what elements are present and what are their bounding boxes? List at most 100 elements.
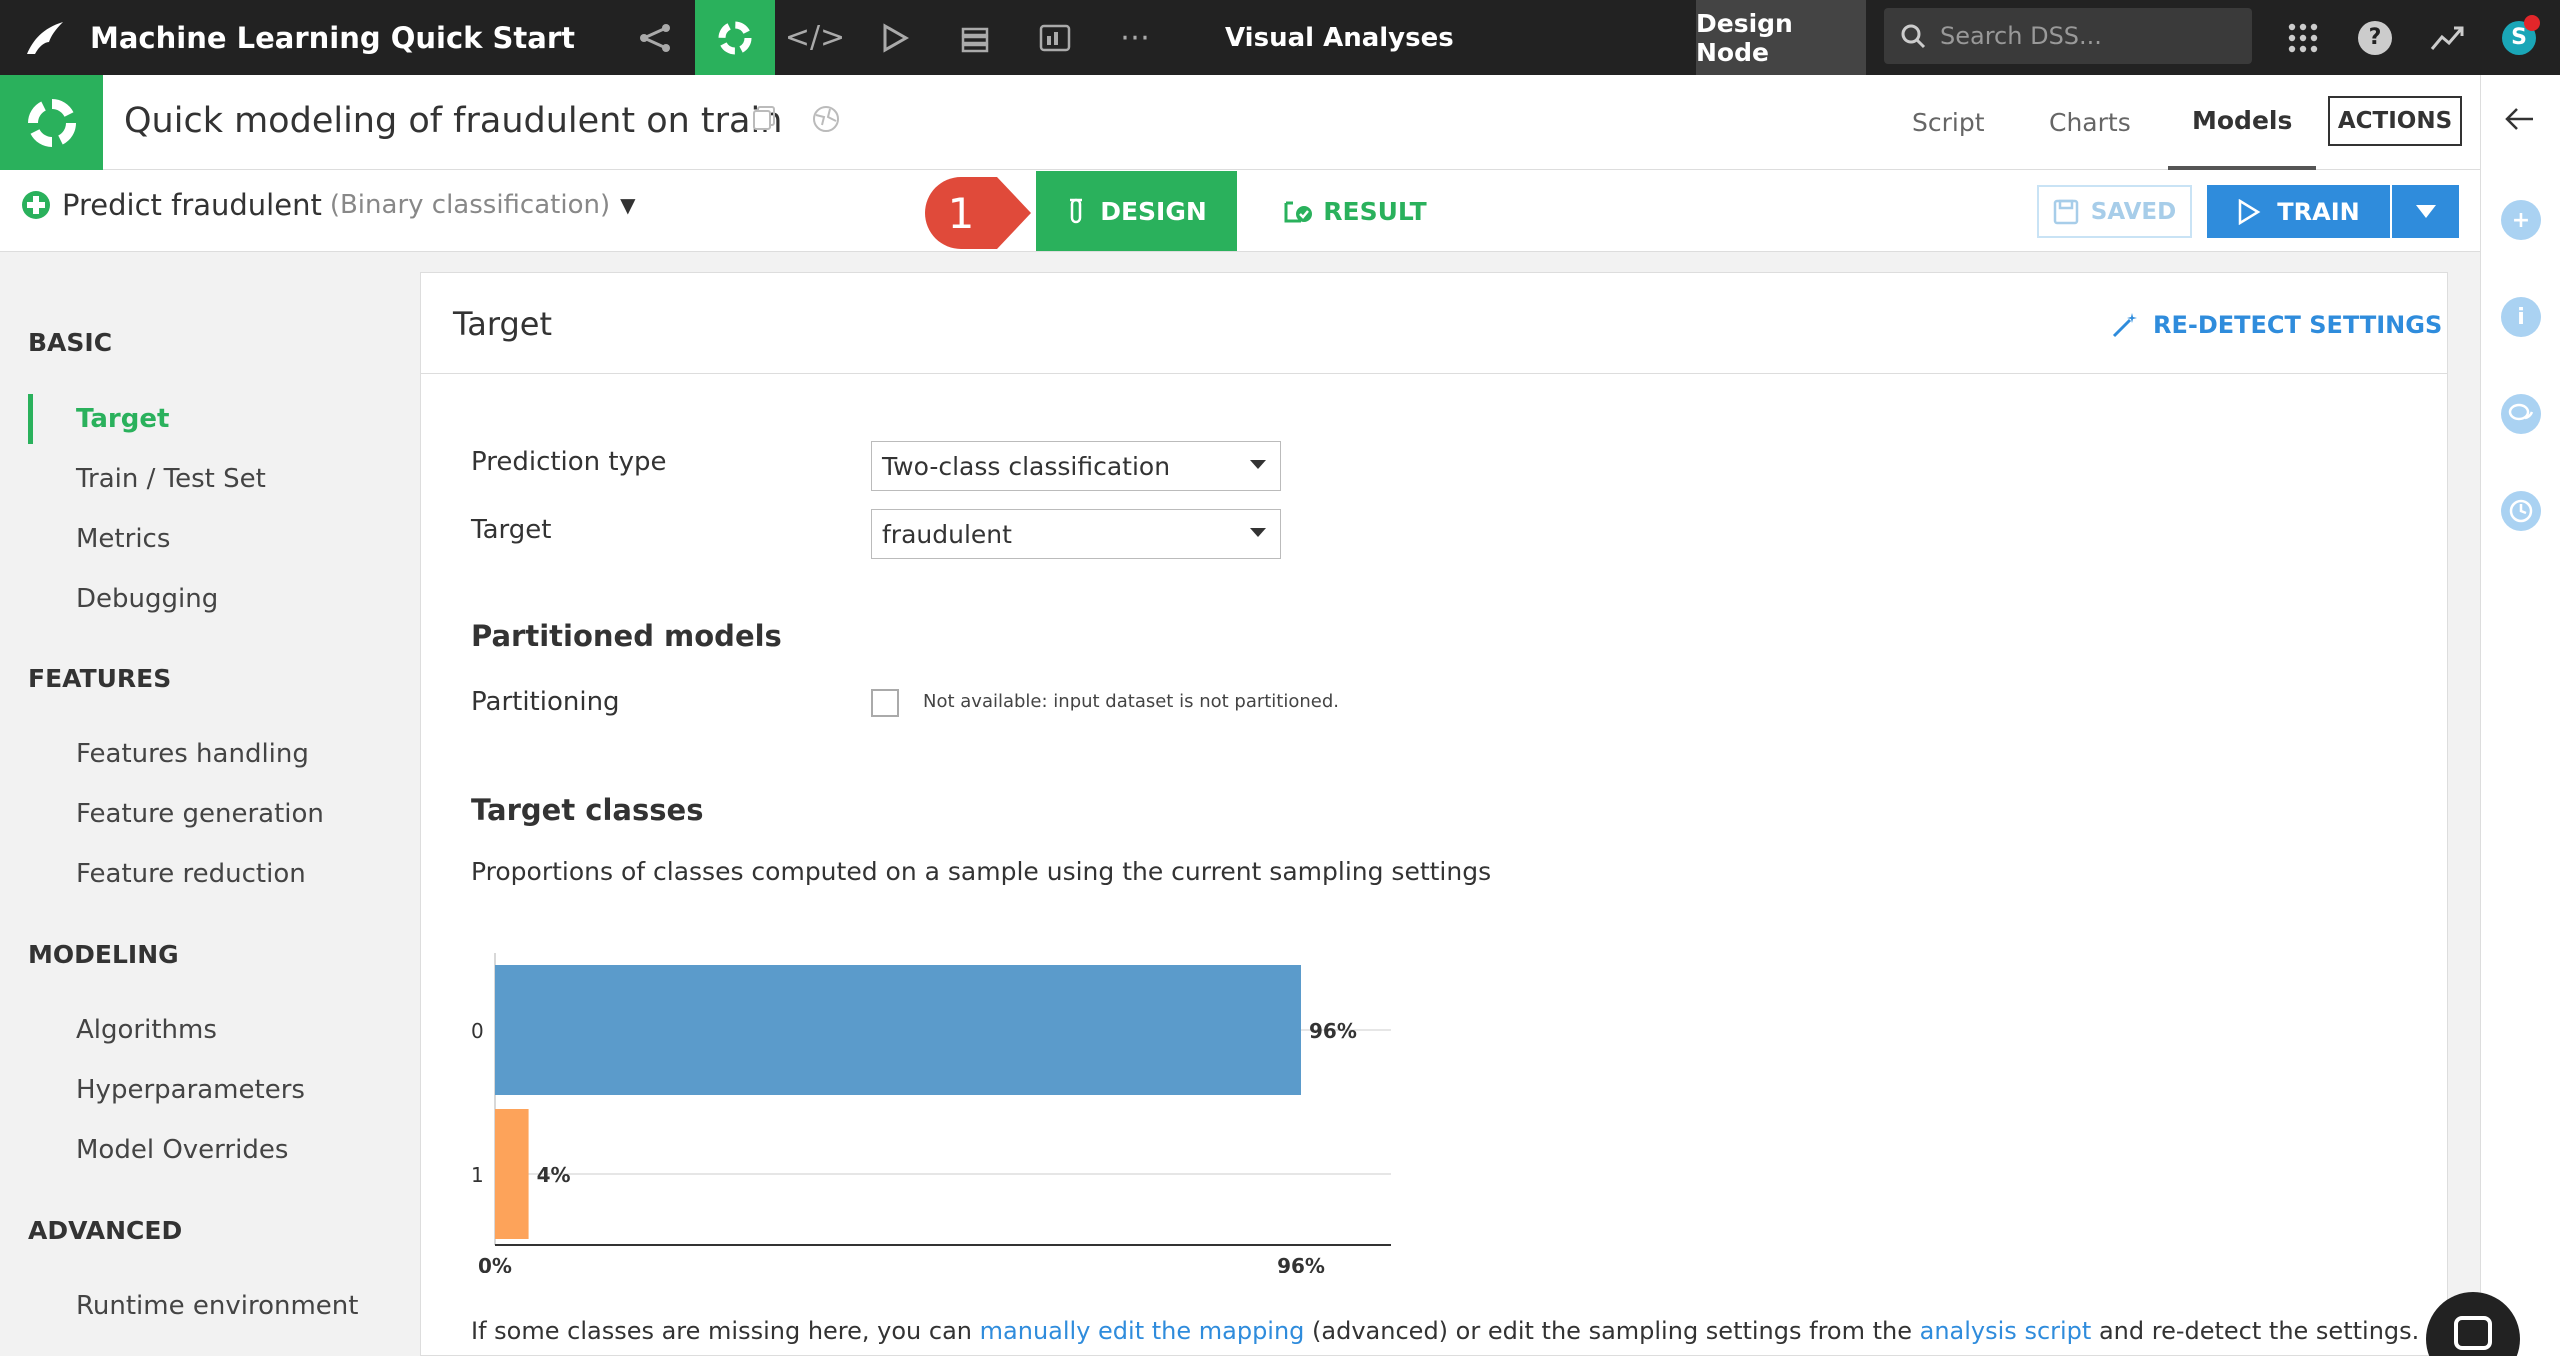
target-label: Target (471, 515, 552, 545)
target-select[interactable]: fraudulent (871, 509, 1281, 559)
sidebar-item-debugging[interactable]: Debugging (28, 574, 388, 624)
chevron-down-icon: ▼ (620, 193, 636, 217)
result-tab-button[interactable]: RESULT (1270, 171, 1440, 251)
globe-icon[interactable] (812, 105, 840, 140)
dashboard-icon[interactable] (1015, 0, 1095, 75)
panel-divider (421, 373, 2447, 374)
redetect-settings-button[interactable]: RE-DETECT SETTINGS (2111, 311, 2442, 339)
help-glyph: ? (2358, 20, 2392, 55)
sidebar-item-feature-generation[interactable]: Feature generation (28, 789, 388, 839)
design-node-badge[interactable]: Design Node (1696, 0, 1866, 75)
section-title[interactable]: Visual Analyses (1225, 23, 1454, 53)
discussions-icon[interactable] (2501, 394, 2541, 434)
stack-icon[interactable] (935, 0, 1015, 75)
sidebar-heading-modeling: MODELING (28, 940, 179, 969)
magic-wand-icon (2112, 313, 2137, 338)
result-label: RESULT (1323, 196, 1427, 226)
ml-task-selector[interactable]: Predict fraudulent (Binary classificatio… (20, 188, 636, 222)
tab-models[interactable]: Models (2168, 75, 2317, 170)
category-label: 0 (471, 1019, 484, 1043)
lab-icon (0, 75, 103, 170)
notification-dot (2524, 14, 2540, 31)
trend-icon[interactable] (2414, 0, 2480, 75)
project-name[interactable]: Machine Learning Quick Start (90, 21, 575, 55)
callout-number: 1 (947, 188, 975, 238)
redetect-label: RE-DETECT SETTINGS (2153, 311, 2443, 339)
sidebar-item-train-test-set[interactable]: Train / Test Set (28, 454, 388, 504)
sidebar-heading-advanced: ADVANCED (28, 1216, 183, 1245)
code-icon[interactable]: </> (775, 0, 855, 75)
tab-charts[interactable]: Charts (2049, 75, 2131, 170)
sidebar-item-algorithms[interactable]: Algorithms (28, 1005, 388, 1055)
prediction-type-value: Two-class classification (882, 451, 1171, 481)
more-icon[interactable]: ⋯ (1095, 0, 1175, 75)
search-input[interactable]: Search DSS... (1884, 8, 2252, 64)
saved-button[interactable]: SAVED (2037, 185, 2192, 238)
chevron-down-icon (2415, 204, 2436, 218)
chevron-down-icon (1250, 460, 1266, 469)
flow-icon[interactable] (615, 0, 695, 75)
train-options-dropdown[interactable] (2392, 185, 2459, 238)
bar-class-1 (495, 1109, 529, 1239)
tab-script[interactable]: Script (1912, 75, 1985, 170)
analysis-script-link[interactable]: analysis script (1920, 1317, 2092, 1345)
sidebar-heading-features: FEATURES (28, 664, 172, 693)
saved-label: SAVED (2090, 198, 2177, 225)
target-settings-panel: Target RE-DETECT SETTINGS Prediction typ… (420, 272, 2448, 1356)
apps-grid-icon[interactable] (2270, 0, 2336, 75)
avatar-initial: S (2511, 25, 2527, 50)
step-callout-badge: 1 (923, 175, 1033, 251)
design-sidebar: BASIC Target Train / Test Set Metrics De… (0, 252, 410, 1356)
ml-task-icon (22, 191, 50, 219)
history-clock-icon[interactable] (2501, 491, 2541, 531)
copy-icon[interactable] (752, 105, 776, 138)
design-label: DESIGN (1100, 196, 1207, 226)
info-icon[interactable]: i (2501, 297, 2541, 337)
run-icon[interactable] (855, 0, 935, 75)
missing-classes-hint: If some classes are missing here, you ca… (471, 1317, 2419, 1345)
value-label: 96% (1309, 1019, 1357, 1043)
prediction-type-select[interactable]: Two-class classification (871, 441, 1281, 491)
category-label: 1 (471, 1163, 484, 1187)
add-icon[interactable]: + (2501, 200, 2541, 240)
partitioned-models-title: Partitioned models (471, 619, 782, 653)
help-icon[interactable]: ? (2342, 0, 2408, 75)
lab-nav-icon[interactable] (695, 0, 776, 75)
hint-text-2: (advanced) or edit the sampling settings… (1304, 1317, 1920, 1345)
search-placeholder: Search DSS... (1940, 22, 2102, 50)
target-value: fraudulent (882, 519, 1012, 549)
sidebar-item-runtime-environment[interactable]: Runtime environment (28, 1281, 388, 1331)
sidebar-item-feature-reduction[interactable]: Feature reduction (28, 849, 388, 899)
back-arrow-icon[interactable] (2503, 105, 2537, 137)
user-avatar[interactable]: S (2486, 0, 2552, 75)
chat-launcher-button[interactable] (2426, 1292, 2520, 1356)
sidebar-item-target[interactable]: Target (28, 394, 388, 444)
target-classes-title: Target classes (471, 793, 704, 827)
actions-button[interactable]: ACTIONS (2328, 96, 2462, 146)
analysis-header: Quick modeling of fraudulent on train Sc… (0, 75, 2480, 170)
train-button[interactable]: TRAIN (2207, 185, 2390, 238)
sidebar-item-features-handling[interactable]: Features handling (28, 729, 388, 779)
sidebar-item-model-overrides[interactable]: Model Overrides (28, 1125, 388, 1175)
dataiku-bird-logo-icon[interactable] (0, 0, 90, 75)
page-title[interactable]: Quick modeling of fraudulent on train (124, 101, 782, 141)
train-label: TRAIN (2277, 197, 2360, 226)
hint-text-3: and re-detect the settings. (2091, 1317, 2420, 1345)
target-classes-description: Proportions of classes computed on a sam… (471, 857, 1492, 886)
prediction-type-label: Prediction type (471, 447, 667, 477)
search-icon (1901, 24, 1926, 49)
partitioning-label: Partitioning (471, 687, 620, 717)
save-icon (2053, 199, 2079, 224)
flask-icon (1070, 198, 1083, 224)
value-label: 4% (537, 1163, 571, 1187)
manual-mapping-link[interactable]: manually edit the mapping (980, 1317, 1305, 1345)
hint-text-1: If some classes are missing here, you ca… (471, 1317, 980, 1345)
design-tab-button[interactable]: DESIGN (1036, 171, 1237, 251)
sidebar-item-hyperparameters[interactable]: Hyperparameters (28, 1065, 388, 1115)
x-tick-label: 96% (1277, 1254, 1325, 1273)
panel-title: Target (453, 305, 552, 343)
sidebar-heading-basic: BASIC (28, 328, 113, 357)
right-rail: + i (2480, 75, 2560, 1356)
partitioning-checkbox[interactable] (871, 689, 899, 717)
sidebar-item-metrics[interactable]: Metrics (28, 514, 388, 564)
